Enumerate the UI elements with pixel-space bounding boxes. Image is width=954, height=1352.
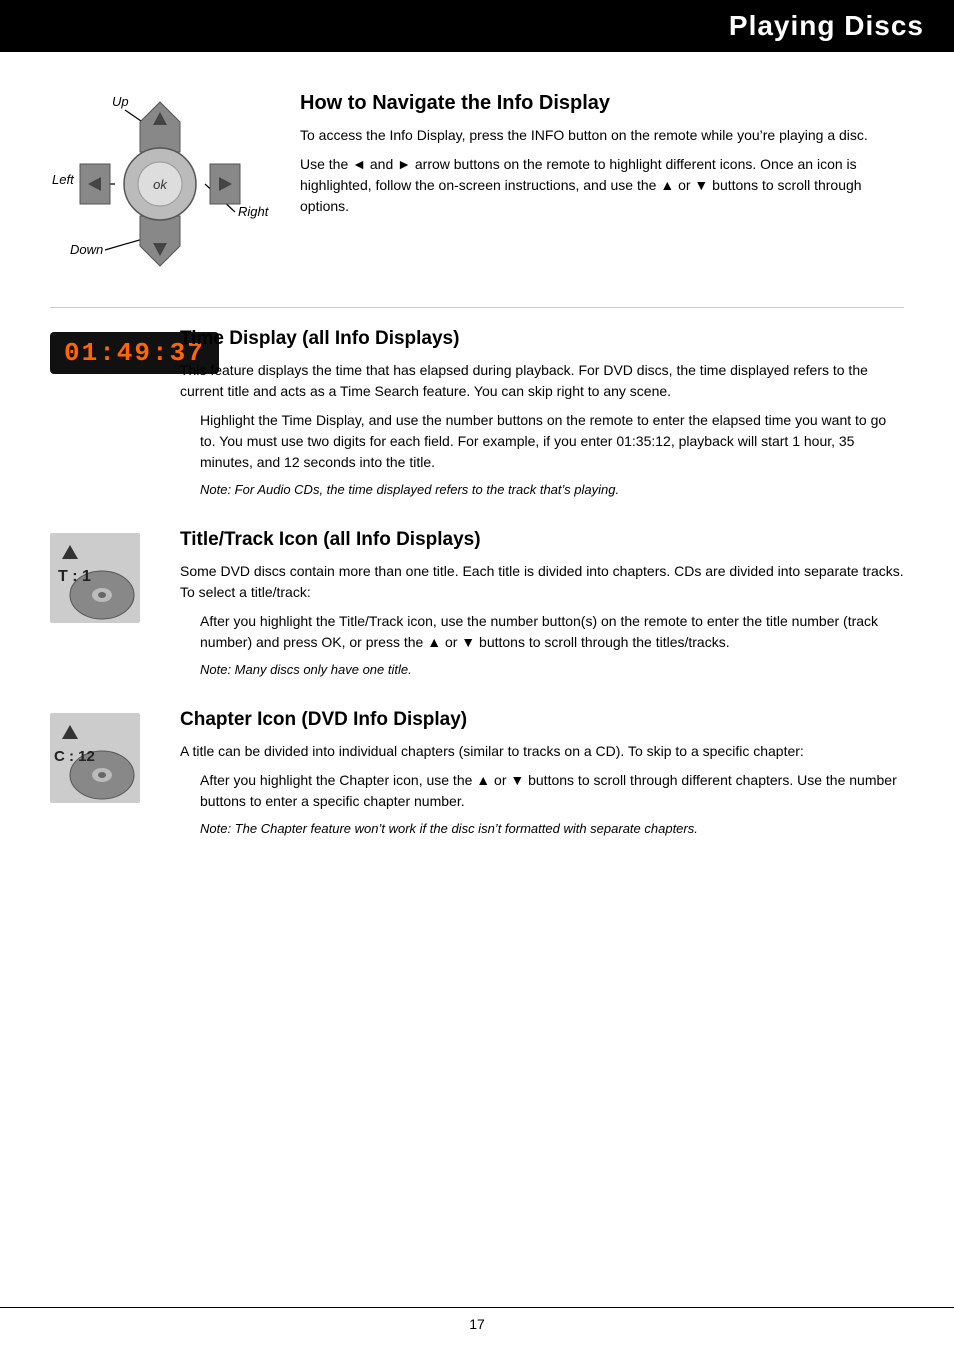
title-track-disc-icon: T : 1 <box>50 533 140 623</box>
title-track-icon-area: T : 1 <box>50 529 150 623</box>
chapter-note: Note: The Chapter feature won’t work if … <box>200 820 904 838</box>
time-display-icon-area: 01:49:37 <box>50 328 150 374</box>
dpad-label-up: Up <box>112 94 129 109</box>
dpad-diagram: ok Up Left Down Right <box>50 92 270 277</box>
navigate-section: ok Up Left Down Right How to Navigate th… <box>50 92 904 277</box>
chapter-section: C : 12 Chapter Icon (DVD Info Display) A… <box>50 709 904 838</box>
title-track-text: Title/Track Icon (all Info Displays) Som… <box>180 529 904 679</box>
time-display-text: Time Display (all Info Displays) This fe… <box>180 328 904 499</box>
title-track-section: T : 1 Title/Track Icon (all Info Display… <box>50 529 904 679</box>
chapter-disc-icon: C : 12 <box>50 713 140 803</box>
svg-text:C : 12: C : 12 <box>54 748 95 765</box>
navigate-text: How to Navigate the Info Display To acce… <box>300 92 904 225</box>
dpad-label-down: Down <box>70 242 103 257</box>
navigate-para1: To access the Info Display, press the IN… <box>300 125 904 146</box>
navigate-para2: Use the ◄ and ► arrow buttons on the rem… <box>300 154 904 217</box>
navigate-heading: How to Navigate the Info Display <box>300 92 904 115</box>
svg-text:ok: ok <box>153 177 168 192</box>
page-title-bar: Playing Discs <box>0 0 954 52</box>
page-footer: 17 <box>0 1307 954 1332</box>
chapter-heading: Chapter Icon (DVD Info Display) <box>180 709 904 731</box>
time-display-section: 01:49:37 Time Display (all Info Displays… <box>50 328 904 499</box>
dpad-label-right: Right <box>238 204 268 219</box>
divider1 <box>50 307 904 308</box>
title-track-heading: Title/Track Icon (all Info Displays) <box>180 529 904 551</box>
page-number: 17 <box>469 1316 485 1332</box>
chapter-indented: After you highlight the Chapter icon, us… <box>200 770 904 812</box>
time-display-indented: Highlight the Time Display, and use the … <box>200 410 904 473</box>
svg-text:T : 1: T : 1 <box>58 568 91 585</box>
time-display-heading: Time Display (all Info Displays) <box>180 328 904 350</box>
time-display-para1: This feature displays the time that has … <box>180 360 904 402</box>
chapter-para1: A title can be divided into individual c… <box>180 741 904 762</box>
title-track-para1: Some DVD discs contain more than one tit… <box>180 561 904 603</box>
time-display-note: Note: For Audio CDs, the time displayed … <box>200 481 904 499</box>
dpad-label-left: Left <box>52 172 74 187</box>
title-track-indented: After you highlight the Title/Track icon… <box>200 611 904 653</box>
chapter-text: Chapter Icon (DVD Info Display) A title … <box>180 709 904 838</box>
page-title: Playing Discs <box>729 10 924 41</box>
chapter-icon-area: C : 12 <box>50 709 150 803</box>
title-track-note: Note: Many discs only have one title. <box>200 661 904 679</box>
